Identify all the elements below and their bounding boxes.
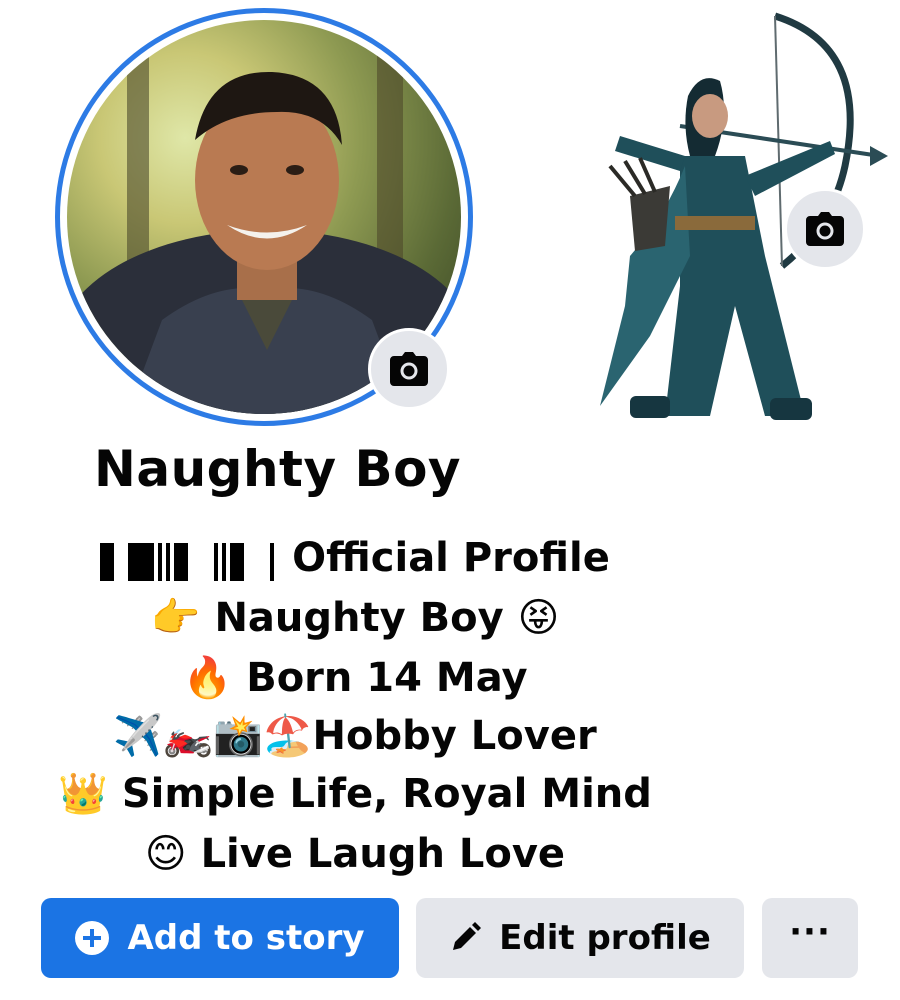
update-cover-photo-button[interactable] [784,188,866,270]
bio-text: Live Laugh Love [200,831,566,877]
bio-line: ✈️🏍️📸🏖️Hobby Lover [0,708,710,764]
bio-text: Simple Life, Royal Mind [121,771,652,817]
edit-profile-button[interactable]: Edit profile [416,898,744,978]
more-options-button[interactable]: ··· [762,898,858,978]
barcode-glyph-icon [100,532,278,588]
bio-line: 👑 Simple Life, Royal Mind [0,766,710,822]
tongue-face-icon: 😝 [517,595,560,641]
smile-icon: 😊 [144,831,187,877]
bio-text: Official Profile [292,535,610,581]
add-to-story-button[interactable]: Add to story [41,898,399,978]
camera-icon [390,352,428,386]
pointing-hand-icon: 👉 [150,595,201,641]
plus-circle-icon [75,921,110,955]
profile-name: Naughty Boy [93,440,462,498]
bio-line: 🔥 Born 14 May [0,650,710,706]
more-dots-icon: ··· [789,912,831,952]
pencil-icon [453,922,482,950]
bio-line: Official Profile [0,530,710,588]
bio-text: Hobby Lover [312,713,597,759]
update-profile-picture-button[interactable] [368,328,450,410]
hobby-icons: ✈️🏍️📸🏖️ [113,713,313,759]
camera-icon [806,212,844,246]
bio-text: Born 14 May [246,655,528,701]
bio-line: 😊 Live Laugh Love [0,826,710,882]
add-to-story-label: Add to story [127,918,365,958]
edit-profile-label: Edit profile [499,918,711,958]
fire-icon: 🔥 [182,655,233,701]
crown-icon: 👑 [58,771,108,817]
bio-line: 👉 Naughty Boy 😝 [0,590,710,646]
bio-text: Naughty Boy [214,595,504,641]
